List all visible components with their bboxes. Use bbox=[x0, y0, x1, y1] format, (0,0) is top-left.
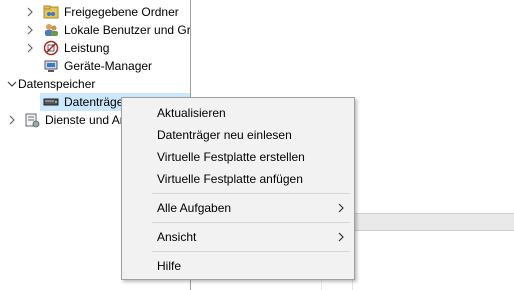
shared-folder-icon bbox=[43, 5, 59, 19]
chevron-right-icon[interactable] bbox=[25, 43, 35, 53]
menu-separator bbox=[152, 251, 350, 252]
menu-separator bbox=[152, 193, 350, 194]
chevron-right-icon[interactable] bbox=[25, 7, 35, 17]
menu-item-label: Virtuelle Festplatte erstellen bbox=[157, 150, 305, 164]
users-icon bbox=[45, 24, 58, 36]
context-menu: Aktualisieren Datenträger neu einlesen V… bbox=[121, 97, 355, 280]
menu-separator bbox=[152, 222, 350, 223]
tree-item-local-users[interactable]: Lokale Benutzer und Gruppen bbox=[0, 21, 190, 39]
menu-item-rescan-disks[interactable]: Datenträger neu einlesen bbox=[123, 124, 353, 146]
disk-icon bbox=[43, 98, 59, 106]
chevron-right-icon[interactable] bbox=[25, 25, 35, 35]
menu-item-create-vhd[interactable]: Virtuelle Festplatte erstellen bbox=[123, 146, 353, 168]
tree-item-label: Datenspeicher bbox=[18, 77, 96, 91]
menu-item-view[interactable]: Ansicht bbox=[123, 226, 353, 248]
performance-icon bbox=[43, 40, 59, 56]
menu-item-label: Aktualisieren bbox=[157, 106, 226, 120]
menu-item-label: Hilfe bbox=[157, 259, 182, 273]
chevron-right-icon bbox=[338, 203, 344, 213]
chevron-right-icon[interactable] bbox=[7, 115, 17, 125]
tree-item-performance[interactable]: Leistung bbox=[0, 39, 190, 57]
tree-item-storage[interactable]: Datenspeicher bbox=[0, 75, 190, 93]
tree-item-label: Leistung bbox=[64, 41, 110, 55]
services-icon bbox=[25, 113, 40, 128]
menu-item-label: Ansicht bbox=[157, 230, 197, 244]
menu-item-label: Alle Aufgaben bbox=[157, 201, 232, 215]
menu-item-help[interactable]: Hilfe bbox=[123, 255, 353, 277]
chevron-right-icon bbox=[338, 232, 344, 242]
menu-item-attach-vhd[interactable]: Virtuelle Festplatte anfügen bbox=[123, 168, 353, 190]
menu-item-refresh[interactable]: Aktualisieren bbox=[123, 102, 353, 124]
tree-item-label: Lokale Benutzer und Gruppen bbox=[64, 23, 190, 37]
menu-item-all-tasks[interactable]: Alle Aufgaben bbox=[123, 197, 353, 219]
tree-item-label: Freigegebene Ordner bbox=[64, 5, 179, 19]
tree-item-label: Geräte-Manager bbox=[64, 59, 153, 73]
chevron-down-icon[interactable] bbox=[7, 79, 17, 89]
menu-item-label: Datenträger neu einlesen bbox=[157, 128, 292, 142]
device-manager-icon bbox=[44, 60, 58, 72]
menu-item-label: Virtuelle Festplatte anfügen bbox=[157, 172, 303, 186]
tree-item-device-manager[interactable]: Geräte-Manager bbox=[0, 57, 190, 75]
tree-item-shared-folders[interactable]: Freigegebene Ordner bbox=[0, 3, 190, 21]
